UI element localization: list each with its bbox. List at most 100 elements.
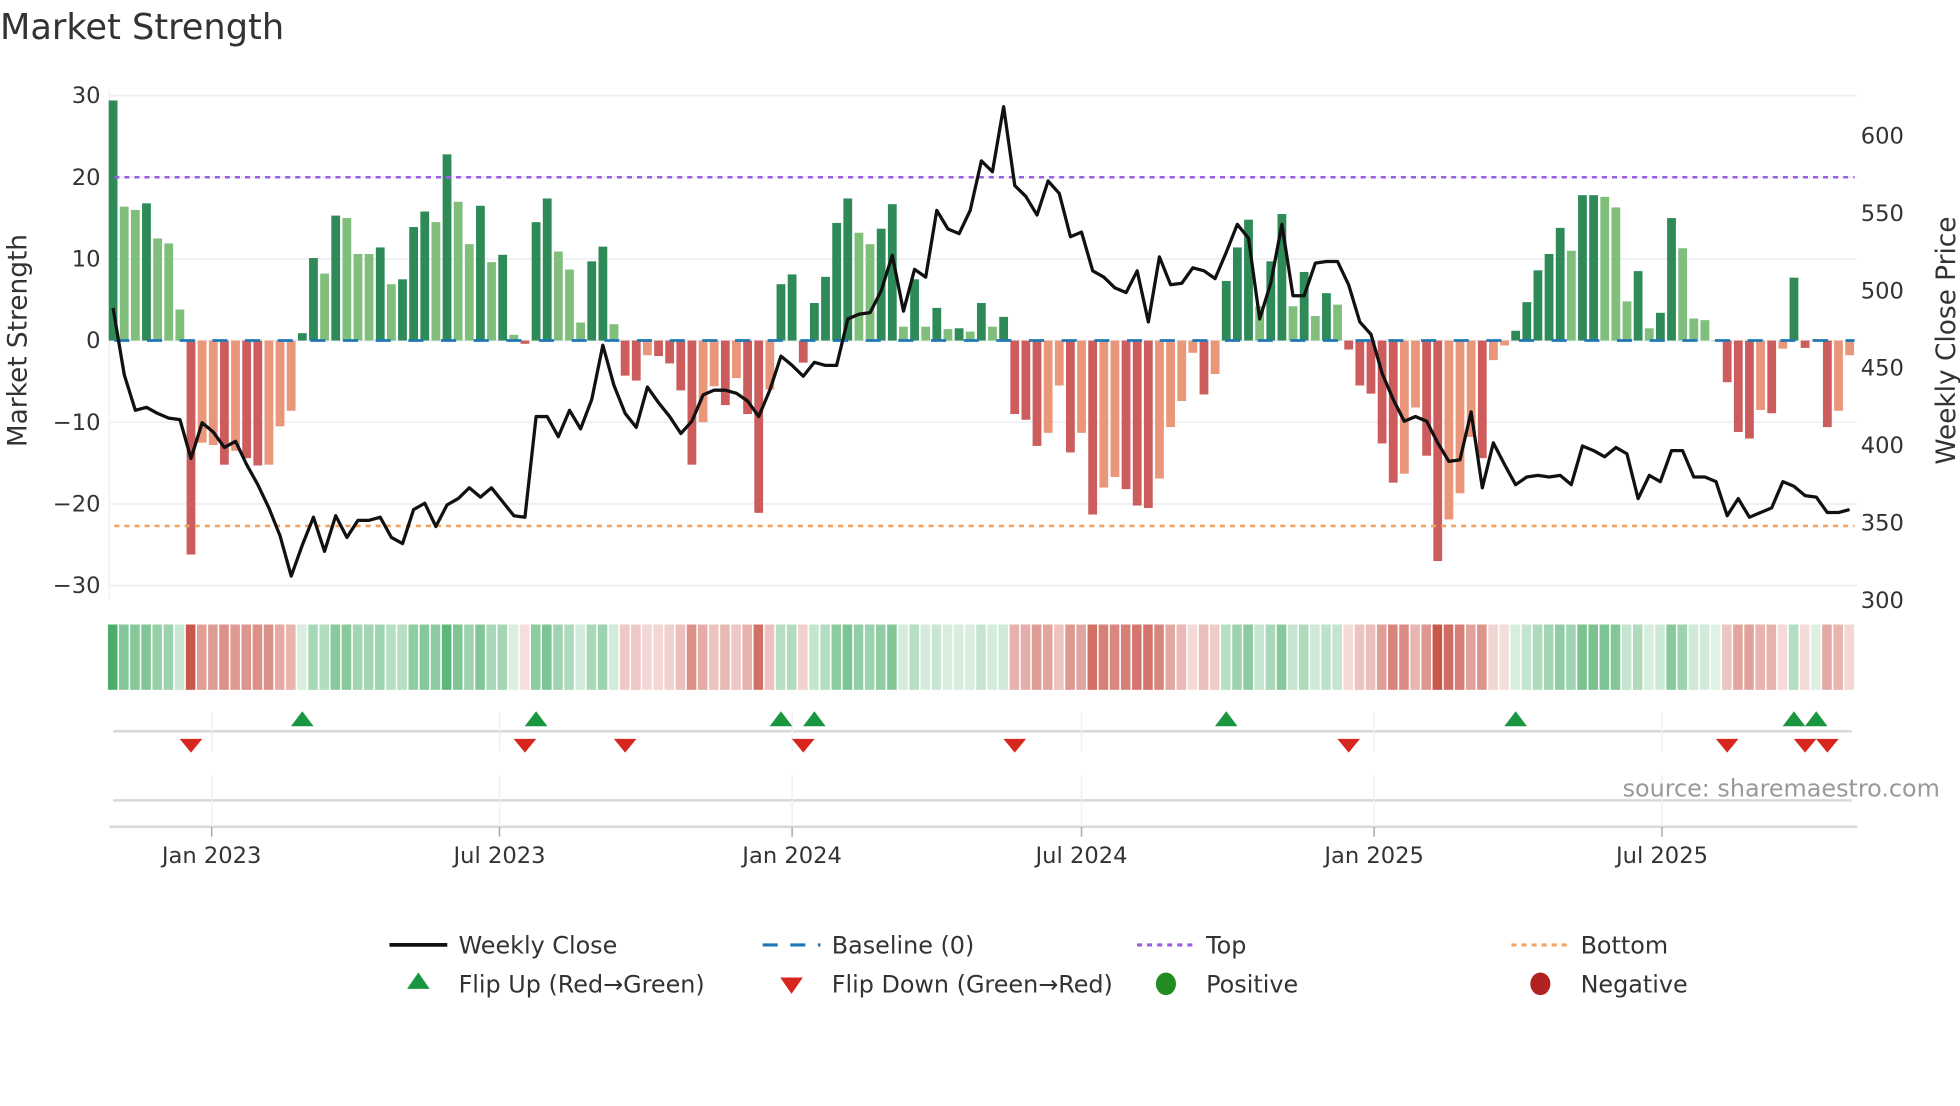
strength-bar	[988, 326, 997, 341]
x-tick-label: Jan 2024	[740, 843, 842, 869]
heatmap-cell	[274, 624, 285, 690]
strength-bar	[1132, 340, 1142, 506]
strength-bar	[665, 340, 675, 364]
strength-bar	[1344, 340, 1354, 350]
strength-bar	[297, 333, 307, 341]
x-tick-label: Jul 2023	[451, 843, 545, 869]
x-tick-label: Jan 2025	[1322, 843, 1424, 869]
heatmap-cell	[1755, 624, 1765, 690]
legend-label: Flip Up (Red→Green)	[459, 971, 705, 999]
strength-bar	[1622, 301, 1632, 341]
strength-bar	[264, 340, 274, 465]
heatmap-cell	[1332, 624, 1342, 690]
strength-bar	[798, 340, 808, 363]
strength-bar	[598, 246, 608, 341]
heatmap-cell	[497, 624, 508, 690]
heatmap-cell	[965, 624, 975, 690]
strength-bar	[1155, 340, 1164, 479]
legend-label: Positive	[1206, 971, 1298, 999]
heatmap-cell	[363, 624, 374, 690]
strength-bar	[631, 340, 641, 381]
legend-circle-icon	[1530, 972, 1551, 996]
strength-bar	[1322, 293, 1331, 341]
heatmap-cell	[430, 624, 441, 690]
heatmap-cell	[1299, 624, 1309, 690]
flip-up-marker	[524, 711, 548, 727]
strength-bar	[498, 254, 508, 341]
strength-bar	[698, 340, 708, 423]
strength-bar	[642, 340, 652, 356]
strength-bar	[1589, 195, 1598, 341]
strength-bar	[164, 243, 174, 341]
heatmap-cell	[1521, 624, 1532, 690]
heatmap-cell	[998, 624, 1009, 690]
strength-bar	[821, 276, 830, 341]
strength-bar	[1678, 248, 1688, 341]
x-tick-label: Jan 2023	[160, 843, 262, 869]
flip-down-marker	[791, 738, 815, 753]
strength-bar	[1054, 340, 1064, 386]
heatmap-cell	[553, 624, 563, 690]
strength-bar	[809, 302, 819, 341]
y2-tick-label: 350	[1861, 511, 1904, 537]
heatmap-cell	[653, 624, 663, 690]
strength-bar	[1533, 270, 1543, 341]
strength-bar	[487, 262, 496, 341]
heatmap-cell	[1733, 624, 1743, 690]
strength-bar	[587, 261, 597, 341]
heatmap-cell	[1744, 624, 1754, 690]
legend-label: Flip Down (Green→Red)	[832, 971, 1113, 999]
heatmap-cell	[1399, 624, 1409, 690]
heatmap-cell	[119, 624, 129, 690]
strength-bar	[1377, 340, 1387, 444]
strength-bar	[386, 284, 396, 341]
heatmap-cell	[174, 624, 185, 690]
heatmap-cell	[1454, 624, 1465, 690]
y-tick-label: 20	[72, 165, 101, 191]
strength-bar	[787, 274, 797, 341]
strength-bar	[1010, 340, 1020, 415]
heatmap-cell	[419, 624, 430, 690]
flip-down-marker	[613, 738, 637, 753]
heatmap-cell	[1009, 624, 1020, 690]
flip-down-marker	[1816, 738, 1839, 753]
legend-circle-icon	[1155, 972, 1176, 996]
heatmap-cell	[1388, 624, 1398, 690]
strength-bar	[1655, 312, 1665, 341]
heatmap-cell	[1432, 624, 1443, 690]
legend-label: Baseline (0)	[832, 932, 975, 960]
strength-bar	[1600, 196, 1610, 341]
strength-bar	[275, 340, 285, 427]
heatmap-cell	[720, 624, 730, 690]
heatmap-cell	[1677, 624, 1688, 690]
heatmap-cell	[464, 624, 474, 690]
heatmap-cell	[1087, 624, 1098, 690]
heatmap-cell	[1054, 624, 1064, 690]
heatmap-cell	[263, 624, 274, 690]
y2-tick-label: 550	[1861, 201, 1904, 227]
strength-bar	[1544, 253, 1554, 341]
strength-bar	[720, 340, 730, 406]
heatmap-cell	[1844, 624, 1855, 690]
strength-bar	[1021, 340, 1031, 420]
strength-bar	[1077, 340, 1086, 433]
y-tick-label: 30	[72, 83, 101, 109]
heatmap-cell	[141, 624, 151, 690]
heatmap-cell	[1209, 624, 1220, 690]
strength-bar	[142, 203, 151, 341]
heatmap-cell	[1610, 624, 1621, 690]
heatmap-cell	[931, 624, 942, 690]
strength-bar	[754, 340, 764, 513]
strength-bar	[1388, 340, 1398, 483]
heatmap-cell	[308, 624, 318, 690]
heatmap-cell	[1020, 624, 1031, 690]
heatmap-cell	[798, 624, 808, 690]
strength-bar	[676, 340, 686, 391]
heatmap-cell	[887, 624, 897, 690]
heatmap-cell	[731, 624, 741, 690]
y2-tick-label: 300	[1861, 588, 1904, 614]
flip-down-marker	[1337, 738, 1360, 753]
strength-bar	[1177, 340, 1187, 401]
strength-bar	[309, 258, 318, 341]
heatmap-cell	[564, 624, 574, 690]
